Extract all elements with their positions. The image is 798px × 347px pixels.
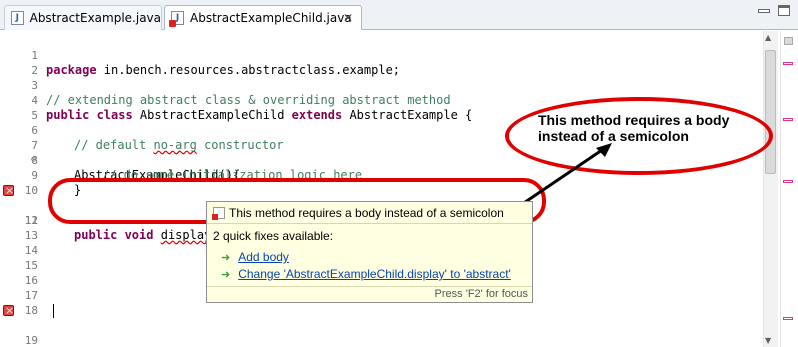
callout-line: instead of a semicolon	[538, 128, 689, 144]
callout-line: This method requires a body	[538, 112, 730, 128]
overview-annotation-marker[interactable]	[783, 62, 793, 65]
overview-ruler	[780, 31, 798, 347]
scroll-down-arrow-icon[interactable]: ▼	[765, 336, 771, 345]
java-file-icon: J	[11, 11, 24, 25]
quick-fix-item[interactable]: ➜ Change 'AbstractExampleChild.display' …	[221, 267, 511, 281]
error-marker-icon[interactable]	[3, 303, 14, 318]
overview-status-icon[interactable]	[784, 37, 793, 45]
code-line: 1 package in.bench.resources.abstractcla…	[0, 33, 760, 77]
code-line: 19 }	[0, 303, 760, 347]
popup-title: This method requires a body instead of a…	[229, 205, 504, 220]
java-file-error-icon: J	[169, 10, 184, 27]
close-icon[interactable]: ✕	[343, 11, 353, 25]
scrollbar-thumb[interactable]	[765, 50, 776, 174]
quick-fix-count: 2 quick fixes available:	[213, 229, 334, 243]
minimize-icon[interactable]	[758, 9, 770, 13]
quick-fix-link[interactable]: Change 'AbstractExampleChild.display' to…	[238, 267, 511, 281]
scroll-up-arrow-icon[interactable]: ▲	[765, 33, 771, 42]
code-line: 2	[0, 48, 760, 77]
code-line: 4 public class AbstractExampleChild exte…	[0, 78, 760, 122]
editor-tab-bar: J AbstractExample.java J AbstractExample…	[0, 0, 798, 30]
quick-fix-arrow-icon: ➜	[221, 251, 231, 264]
text-cursor	[53, 304, 54, 318]
popup-footer: Press 'F2' for focus	[207, 286, 532, 302]
quick-fix-link[interactable]: Add body	[238, 250, 289, 264]
error-marker-icon[interactable]	[3, 183, 14, 198]
overview-annotation-marker[interactable]	[783, 118, 793, 121]
tab-abstract-example-child[interactable]: J AbstractExampleChild.java ✕	[164, 5, 362, 30]
quick-fix-item[interactable]: ➜ Add body	[221, 250, 289, 264]
code-line: 3 // extending abstract class & overridi…	[0, 63, 760, 107]
maximize-icon[interactable]	[778, 5, 790, 16]
error-icon	[212, 206, 225, 220]
line-number: 19	[24, 334, 38, 347]
overview-error-marker[interactable]	[783, 180, 793, 183]
quick-fix-arrow-icon: ➜	[221, 268, 231, 281]
callout-text: This method requires a body instead of a…	[538, 112, 758, 144]
quick-fix-popup: This method requires a body instead of a…	[206, 201, 533, 303]
tab-label: AbstractExample.java	[29, 11, 161, 25]
tab-abstract-example[interactable]: J AbstractExample.java	[4, 5, 162, 30]
overview-error-marker[interactable]	[783, 317, 793, 320]
tab-label: AbstractExampleChild.java	[190, 10, 352, 25]
popup-header: This method requires a body instead of a…	[207, 202, 532, 224]
